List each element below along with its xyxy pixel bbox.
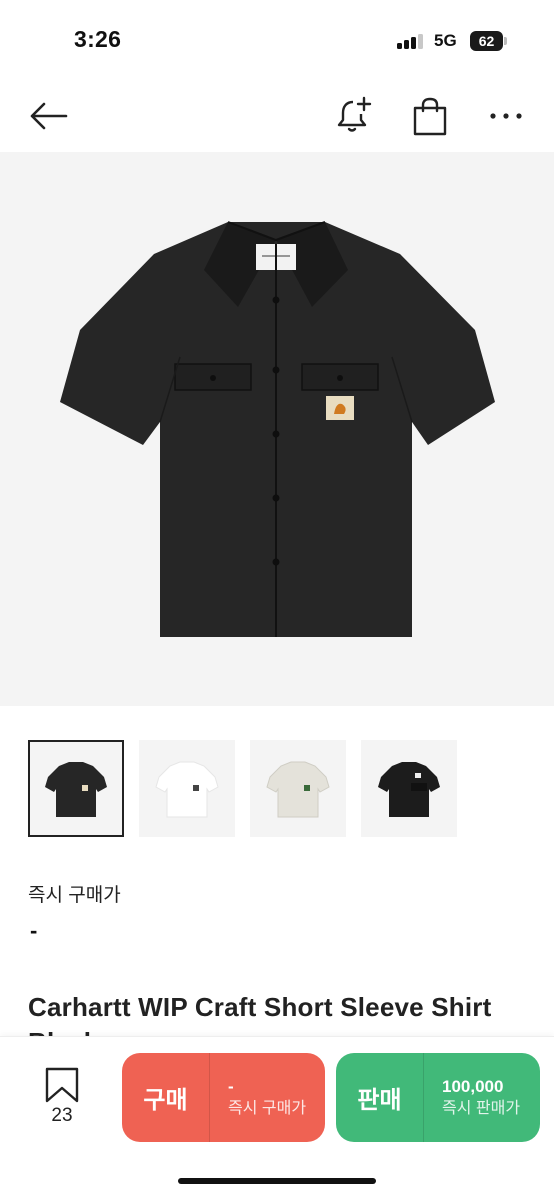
- buy-sub-label: 즉시 구매가: [228, 1099, 307, 1117]
- instant-price-value: -: [30, 918, 38, 943]
- more-button[interactable]: [482, 92, 530, 140]
- sell-button[interactable]: 판매 100,000 즉시 판매가: [336, 1053, 540, 1142]
- product-hero-image[interactable]: [0, 152, 554, 706]
- signal-icon: [397, 33, 425, 49]
- home-indicator: [178, 1178, 376, 1184]
- thumbnail-image: [378, 761, 440, 817]
- thumbnail-beige-shirt[interactable]: [250, 740, 346, 837]
- back-button[interactable]: [24, 92, 72, 140]
- buy-button[interactable]: 구매 - 즉시 구매가: [122, 1053, 325, 1142]
- thumbnail-image: [266, 761, 330, 817]
- wishlist-count: 23: [51, 1105, 73, 1126]
- battery-icon: 62: [470, 31, 508, 51]
- network-type: 5G: [434, 31, 457, 50]
- buy-label: 구매: [122, 1053, 210, 1142]
- battery-level: 62: [470, 31, 503, 51]
- thumbnail-white-shirt[interactable]: [139, 740, 235, 837]
- thumbnail-image: [155, 761, 219, 817]
- thumbnail-black-shirt-alt[interactable]: [361, 740, 457, 837]
- more-horizontal-icon: [490, 113, 522, 119]
- sell-sub-label: 즉시 판매가: [442, 1099, 521, 1117]
- thumbnail-black-shirt[interactable]: [28, 740, 124, 837]
- bottom-action-bar: 23 구매 - 즉시 구매가 판매 100,000 즉시 판매가: [0, 1036, 554, 1200]
- thumbnail-strip: [28, 740, 528, 838]
- buy-price: -: [228, 1076, 234, 1096]
- thumbnail-image: [45, 761, 107, 817]
- sell-label: 판매: [336, 1053, 424, 1142]
- bell-plus-icon: [337, 96, 372, 132]
- status-bar: 3:26 5G 62: [0, 0, 554, 80]
- bookmark-icon: [45, 1067, 79, 1103]
- shopping-bag-button[interactable]: [406, 92, 454, 140]
- sell-price: 100,000: [442, 1076, 504, 1096]
- arrow-left-icon: [30, 102, 68, 130]
- price-alert-button[interactable]: [330, 92, 378, 140]
- shopping-bag-icon: [413, 97, 447, 136]
- shirt-image: [60, 221, 495, 637]
- status-time: 3:26: [74, 26, 122, 52]
- top-nav: [0, 80, 554, 150]
- instant-price-label: 즉시 구매가: [28, 885, 121, 906]
- wishlist-button[interactable]: 23: [38, 1067, 86, 1137]
